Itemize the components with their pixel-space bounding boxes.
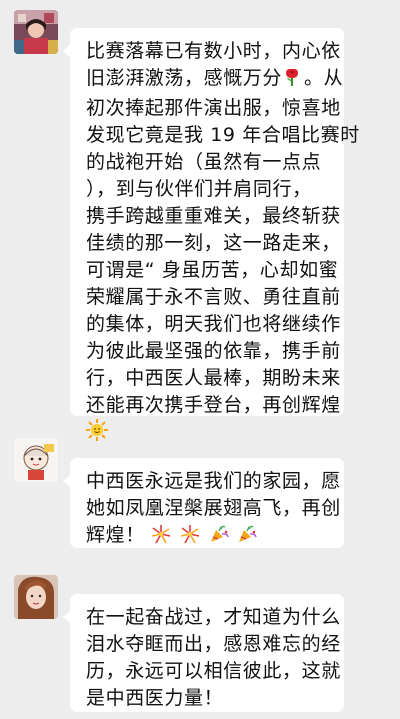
party-popper-icon (209, 524, 229, 552)
message-line: ），到与伙伴们并肩同行， (86, 178, 312, 200)
message-line: 旧澎湃激荡，感慨万分 。从 (86, 65, 343, 95)
message-bubble[interactable]: 在一起奋战过，才知道为什么 泪水夺眶而出，感恩难忘的经 历，永远可以相信彼此，这… (63, 594, 344, 712)
message-line: 的集体，明天我们也将继续作 (86, 313, 341, 335)
avatar[interactable] (14, 575, 58, 619)
message-line: 她如凤凰涅槃展翅高飞，再创 (86, 497, 341, 519)
message-line: 比赛落幕已有数小时，内心依 (86, 40, 341, 62)
party-popper-icon (237, 524, 258, 552)
message-line: 辉煌！ (86, 522, 330, 552)
message-line: 初次捧起那件演出服，惊喜地 (86, 97, 341, 119)
message-line: 携手跨越重重难关，最终斩获 (86, 205, 341, 227)
message-line: 为彼此最坚强的依靠，携手前 (86, 340, 341, 362)
sun-icon (86, 419, 108, 449)
message-text: 。从 (304, 67, 344, 89)
message-line: 荣耀属于永不言败、勇往直前 (86, 286, 341, 308)
message-line: 行，中西医人最棒，期盼未来 (86, 367, 341, 389)
message-line: 中西医永远是我们的家园，愿 (86, 470, 341, 492)
avatar[interactable] (14, 438, 58, 482)
message-text: 辉煌！ (86, 524, 145, 546)
avatar-photo-icon (14, 575, 58, 619)
message-line: 历，永远可以相信彼此，这就 (86, 660, 341, 682)
message-bubble[interactable]: 中西医永远是我们的家园，愿 她如凤凰涅槃展翅高飞，再创 辉煌！ (63, 458, 344, 548)
message-line: 在一起奋战过，才知道为什么 (86, 606, 341, 628)
avatar-photo-icon (14, 10, 58, 54)
message-bubble[interactable]: 比赛落幕已有数小时，内心依 旧澎湃激荡，感慨万分 。从 初次捧起那件演出服，惊喜… (63, 28, 360, 441)
fireworks-icon (180, 524, 200, 552)
rose-icon (282, 67, 302, 95)
message-line: 还能再次携手登台，再创辉煌 (86, 394, 341, 416)
message-line: 是中西医力量！ (86, 687, 224, 709)
message-line: 可谓是“ 身虽历苦，心却如蜜 (86, 259, 339, 281)
message-line: 的战袍开始（虽然有一点点 (86, 151, 322, 173)
message-line (86, 419, 330, 449)
message-line: 佳绩的那一刻，这一路走来， (86, 232, 341, 254)
message-text: 旧澎湃激荡，感慨万分 (86, 67, 283, 89)
avatar[interactable] (14, 10, 58, 54)
fireworks-icon (151, 524, 171, 552)
message-line: 发现它竟是我 19 年合唱比赛时 (86, 124, 360, 146)
cartoon-avatar-icon (14, 438, 58, 482)
message-line: 泪水夺眶而出，感恩难忘的经 (86, 633, 341, 655)
